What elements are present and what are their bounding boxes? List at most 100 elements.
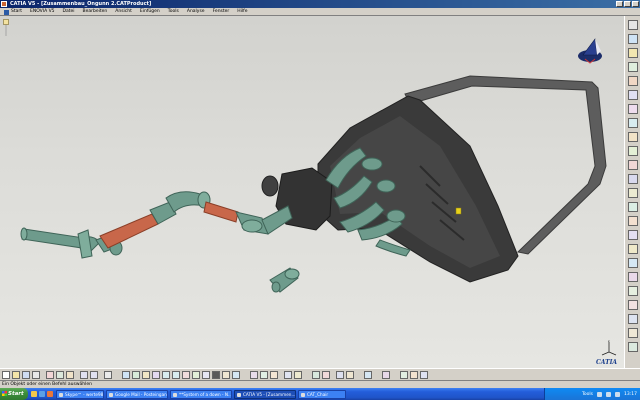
zoom-in-icon[interactable] (162, 371, 170, 379)
tray-volume-icon[interactable] (606, 391, 612, 397)
apply-material-icon[interactable] (250, 371, 258, 379)
toolbar-clash-icon[interactable] (628, 160, 638, 170)
menu-ansicht[interactable]: Ansicht (111, 9, 136, 14)
compass-icon[interactable] (573, 35, 607, 69)
catia-logo: CATIA (596, 359, 618, 366)
tray-tools-label[interactable]: Tools (582, 392, 593, 397)
loose-fitting[interactable] (269, 267, 300, 293)
cut-icon[interactable] (46, 371, 54, 379)
redo-icon[interactable] (90, 371, 98, 379)
toolbar-sectioning-icon[interactable] (628, 286, 638, 296)
sectioning-tool-icon[interactable] (364, 371, 372, 379)
iso-view-icon[interactable] (202, 371, 210, 379)
toolbar-snap-icon[interactable] (628, 132, 638, 142)
toolbar-scenes-icon[interactable] (628, 328, 638, 338)
tray-network-icon[interactable] (597, 391, 603, 397)
task-google-mail[interactable]: Google Mail - Posteingan... (106, 389, 168, 399)
assembly-model[interactable] (0, 16, 624, 368)
toolbar-replace-icon[interactable] (628, 90, 638, 100)
menu-enovia[interactable]: ENOVIA V5 (26, 9, 59, 14)
tray-skype-icon[interactable] (615, 391, 621, 397)
multi-view-icon[interactable] (192, 371, 200, 379)
menu-tools[interactable]: Tools (164, 9, 183, 14)
normal-view-icon[interactable] (182, 371, 190, 379)
measure-between-icon[interactable] (260, 371, 268, 379)
sequence-icon[interactable] (420, 371, 428, 379)
menu-datei[interactable]: Datei (59, 9, 79, 14)
menu-fenster[interactable]: Fenster (209, 9, 234, 14)
help-icon[interactable] (104, 371, 112, 379)
fly-mode-icon[interactable] (122, 371, 130, 379)
toolbar-part-icon[interactable] (628, 48, 638, 58)
undo-icon[interactable] (80, 371, 88, 379)
menu-bearbeiten[interactable]: Bearbeiten (79, 9, 112, 14)
rotate-icon[interactable] (152, 371, 160, 379)
menu-hilfe[interactable]: Hilfe (233, 9, 251, 14)
paste-icon[interactable] (66, 371, 74, 379)
intake-block-flange (261, 175, 279, 197)
toolbar-product-icon[interactable] (628, 34, 638, 44)
toolbar-fix-together-icon[interactable] (628, 244, 638, 254)
maximize-button[interactable] (624, 1, 631, 7)
compute-clash-icon[interactable] (346, 371, 354, 379)
fit-all-icon[interactable] (132, 371, 140, 379)
toolbar-offset-icon[interactable] (628, 202, 638, 212)
catalog-browser-icon[interactable] (312, 371, 320, 379)
toolbar-measure-icon[interactable] (628, 300, 638, 310)
quick-launch-browser-icon[interactable] (39, 391, 45, 397)
new-icon[interactable] (2, 371, 10, 379)
quick-launch-media-icon[interactable] (47, 391, 53, 397)
exhaust-pipe[interactable] (20, 191, 293, 259)
menu-einfuegen[interactable]: Einfügen (136, 9, 164, 14)
shading-icon[interactable] (212, 371, 220, 379)
right-toolbar (624, 16, 640, 368)
tray-clock[interactable]: 13:17 (624, 392, 637, 397)
print-icon[interactable] (32, 371, 40, 379)
constraint-marker-icon[interactable] (455, 207, 462, 215)
toolbar-explode-icon[interactable] (628, 146, 638, 156)
task-cat-chair[interactable]: CAT_Chair (298, 389, 346, 399)
menu-start[interactable]: Start (2, 9, 26, 15)
menu-analyse[interactable]: Analyse (183, 9, 209, 14)
3d-viewport[interactable]: z (0, 16, 624, 368)
toolbar-select-icon[interactable] (628, 20, 638, 30)
task-skype[interactable]: Skype™ - werte98 (56, 389, 104, 399)
save-icon[interactable] (22, 371, 30, 379)
toolbar-coincidence-icon[interactable] (628, 174, 638, 184)
toolbar-catalog-icon[interactable] (628, 342, 638, 352)
track-icon[interactable] (410, 371, 418, 379)
close-button[interactable] (632, 1, 639, 7)
task-music[interactable]: **System of a down - N... (170, 389, 232, 399)
open-icon[interactable] (12, 371, 20, 379)
toolbar-existing-component-icon[interactable] (628, 76, 638, 86)
swap-visible-space-icon[interactable] (232, 371, 240, 379)
task-catia[interactable]: CATIA V5 - [Zusammen... (234, 389, 296, 399)
status-bar: Ein Objekt oder einen Befehl auswählen (0, 380, 640, 388)
start-button[interactable]: Start (0, 388, 28, 400)
design-table-icon[interactable] (322, 371, 330, 379)
toolbar-component-icon[interactable] (628, 62, 638, 72)
toolbar-angle-icon[interactable] (628, 216, 638, 226)
toolbar-move-icon[interactable] (628, 118, 638, 128)
toolbar-graph-tree-icon[interactable] (628, 104, 638, 114)
pan-icon[interactable] (142, 371, 150, 379)
knowledge-icon[interactable] (294, 371, 302, 379)
toolbar-reuse-pattern-icon[interactable] (628, 272, 638, 282)
shuttle-icon[interactable] (400, 371, 408, 379)
measure-item-icon[interactable] (270, 371, 278, 379)
status-text: Ein Objekt oder einen Befehl auswählen (2, 382, 93, 387)
formula-icon[interactable] (284, 371, 292, 379)
minimize-button[interactable] (616, 1, 623, 7)
toolbar-annotation-icon[interactable] (628, 314, 638, 324)
toolbar-fix-icon[interactable] (628, 230, 638, 240)
copy-icon[interactable] (56, 371, 64, 379)
analysis-icon[interactable] (336, 371, 344, 379)
render-icon[interactable] (382, 371, 390, 379)
zoom-out-icon[interactable] (172, 371, 180, 379)
svg-text:z: z (608, 340, 610, 343)
hide-show-icon[interactable] (222, 371, 230, 379)
toolbar-update-icon[interactable] (628, 258, 638, 268)
catia-app-icon[interactable] (1, 1, 7, 7)
toolbar-contact-icon[interactable] (628, 188, 638, 198)
quick-launch-folder-icon[interactable] (31, 391, 37, 397)
